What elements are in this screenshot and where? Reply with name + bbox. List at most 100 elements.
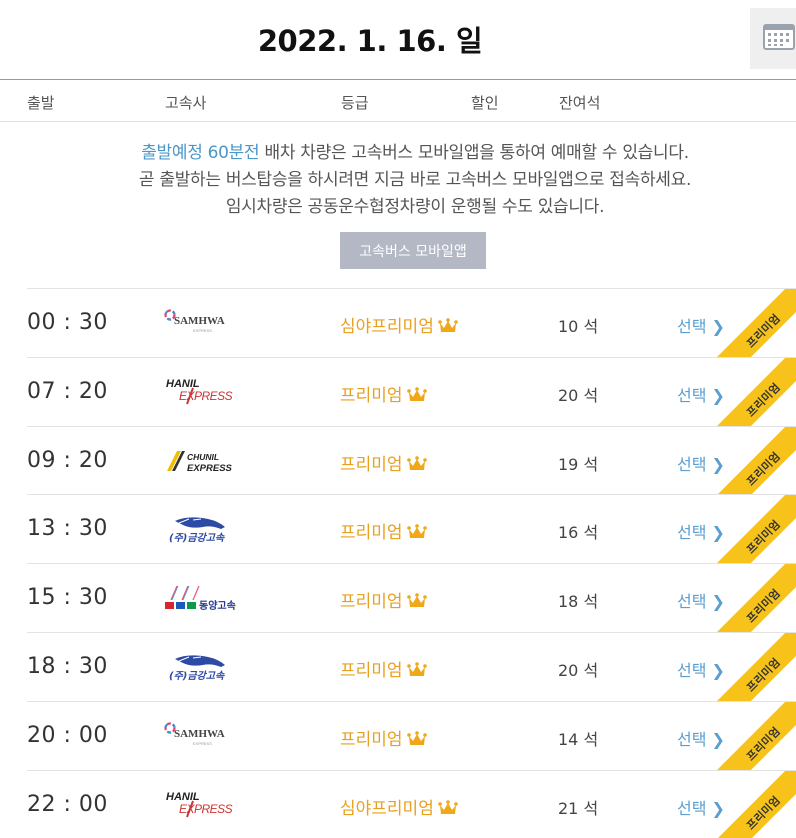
remaining-seats: 14 석 [558,729,599,749]
departure-time: 18 : 30 [27,653,108,679]
remaining-seats: 19 석 [558,454,599,474]
chevron-right-icon: ❯ [711,523,725,543]
chevron-right-icon: ❯ [711,317,725,336]
premium-ribbon: 프리미엄 [715,770,796,838]
premium-ribbon: 프리미엄 [715,632,796,701]
column-header: 출발 고속사 등급 할인 잔여석 [0,81,796,122]
company-logo: SAMHWA EXPRESS [163,307,247,339]
col-seats: 잔여석 [559,94,601,112]
departure-time: 15 : 30 [27,585,108,611]
company-logo: CHUNIL EXPRESS [163,445,247,477]
schedule-list: 00 : 30 SAMHWA EXPRESS 심야프리미엄 10 석 선택 ❯ 프리미엄 07 … [27,288,796,838]
svg-text:CHUNIL: CHUNIL [187,452,219,462]
remaining-seats: 21 석 [558,798,599,818]
company-logo: HANIL EXPRESS [163,376,247,408]
premium-ribbon: 프리미엄 [715,426,796,495]
crown-icon [406,593,427,608]
svg-text:EXPRESS: EXPRESS [193,741,212,746]
svg-text:동양고속: 동양고속 [199,600,236,612]
crown-icon [406,386,427,401]
premium-ribbon: 프리미엄 [715,288,796,357]
remaining-seats: 16 석 [558,523,599,543]
bus-grade: 프리미엄 [340,450,427,475]
departure-time: 09 : 20 [27,447,108,473]
chevron-right-icon: ❯ [711,592,725,612]
select-button[interactable]: 선택 ❯ [677,382,725,406]
premium-ribbon: 프리미엄 [715,701,796,770]
bus-grade: 심야프리미엄 [340,312,458,337]
svg-text:EXPRESS: EXPRESS [179,389,233,403]
svg-text:EXPRESS: EXPRESS [179,802,233,816]
date-header: 2022. 1. 16. 일 [0,0,796,80]
schedule-row: 18 : 30 (주)금강고속 프리미엄 20 석 선택 ❯ 프리미엄 [27,631,796,701]
notice-line-3: 임시차량은 공동운수협정차량이 운행될 수도 있습니다. [225,197,605,217]
bus-grade: 프리미엄 [340,381,427,406]
bus-grade: 프리미엄 [340,587,427,612]
departure-time: 22 : 00 [27,791,108,817]
schedule-row: 00 : 30 SAMHWA EXPRESS 심야프리미엄 10 석 선택 ❯ 프리미엄 [27,288,796,357]
departure-time: 20 : 00 [27,722,108,748]
chevron-right-icon: ❯ [711,454,725,474]
schedule-row: 07 : 20 HANIL EXPRESS 프리미엄 20 석 선택 ❯ 프리미엄 [27,356,796,426]
crown-icon [406,524,427,539]
crown-icon [406,662,427,676]
company-logo: 동양고속 [163,582,247,614]
schedule-row: 13 : 30 (주)금강고속 프리미엄 16 석 선택 ❯ 프리미엄 [27,494,796,564]
bus-grade: 프리미엄 [340,656,427,681]
premium-ribbon: 프리미엄 [715,564,796,632]
bus-grade: 심야프리미엄 [340,794,458,819]
bus-grade: 프리미엄 [340,518,427,543]
select-button[interactable]: 선택 ❯ [677,726,725,750]
chevron-right-icon: ❯ [711,798,725,818]
crown-icon [438,799,458,814]
premium-ribbon: 프리미엄 [715,495,796,564]
svg-text:EXPRESS: EXPRESS [187,463,233,474]
schedule-row: 15 : 30 동양고속 프리미엄 18 석 선택 ❯ 프리미엄 [27,563,796,632]
svg-text:SAMHWA: SAMHWA [174,728,225,740]
schedule-row: 09 : 20 CHUNIL EXPRESS 프리미엄 19 석 선택 ❯ 프리미엄 [27,425,796,495]
svg-text:(주)금강고속: (주)금강고속 [169,532,225,544]
select-button[interactable]: 선택 ❯ [677,657,725,681]
select-button[interactable]: 선택 ❯ [677,451,725,475]
departure-time: 00 : 30 [27,310,108,335]
select-button[interactable]: 선택 ❯ [677,313,725,337]
schedule-row: 22 : 00 HANIL EXPRESS 심야프리미엄 21 석 선택 ❯ 프리미엄 [27,769,796,838]
remaining-seats: 10 석 [558,317,599,336]
departure-time: 07 : 20 [27,378,108,404]
remaining-seats: 18 석 [558,592,599,612]
col-departure: 출발 [27,94,55,112]
chevron-right-icon: ❯ [711,385,725,405]
selected-date: 2022. 1. 16. 일 [257,24,483,58]
col-company: 고속사 [165,94,207,112]
crown-icon [438,318,458,332]
select-button[interactable]: 선택 ❯ [677,519,725,543]
remaining-seats: 20 석 [558,385,599,405]
col-grade: 등급 [341,94,369,112]
calendar-icon [763,24,795,50]
company-logo: (주)금강고속 [163,651,247,683]
chevron-right-icon: ❯ [711,729,725,749]
departure-time: 13 : 30 [27,516,108,542]
calendar-button[interactable] [750,8,796,69]
crown-icon [406,730,427,745]
select-button[interactable]: 선택 ❯ [677,795,725,819]
select-button[interactable]: 선택 ❯ [677,588,725,612]
remaining-seats: 20 석 [558,660,599,680]
notice-line-2: 곧 출발하는 버스탑승을 하시려면 지금 바로 고속버스 모바일앱으로 접속하세… [138,170,692,190]
notice-line-1: 출발예정 60분전 배차 차량은 고속버스 모바일앱을 통하여 예매할 수 있습… [141,143,689,163]
notice: 출발예정 60분전 배차 차량은 고속버스 모바일앱을 통하여 예매할 수 있습… [0,140,796,221]
company-logo: HANIL EXPRESS [163,789,247,821]
svg-text:EXPRESS: EXPRESS [193,328,212,333]
mobile-app-button[interactable]: 고속버스 모바일앱 [340,232,486,269]
crown-icon [406,455,427,470]
chevron-right-icon: ❯ [711,660,725,680]
col-discount: 할인 [471,94,499,112]
bus-grade: 프리미엄 [340,725,427,750]
notice-highlight: 출발예정 60분전 [141,143,260,163]
premium-ribbon: 프리미엄 [715,357,796,426]
company-logo: (주)금강고속 [163,513,247,545]
svg-text:(주)금강고속: (주)금강고속 [169,670,225,682]
svg-text:SAMHWA: SAMHWA [174,315,225,327]
schedule-row: 20 : 00 SAMHWA EXPRESS 프리미엄 14 석 선택 ❯ 프리미엄 [27,700,796,770]
company-logo: SAMHWA EXPRESS [163,720,247,752]
